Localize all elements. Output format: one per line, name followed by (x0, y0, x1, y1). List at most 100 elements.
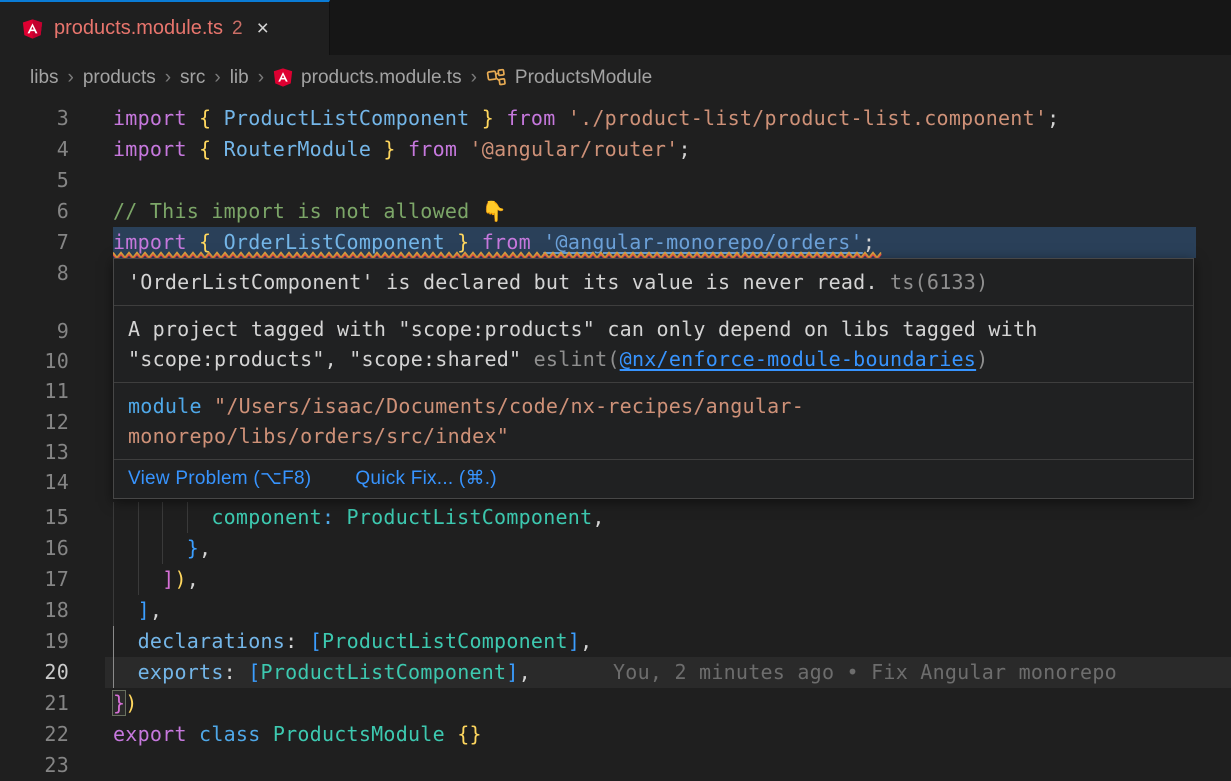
line-number-11[interactable]: 11 (0, 376, 69, 407)
breadcrumb-item-products-module-ts[interactable]: products.module.ts (273, 67, 462, 89)
hover-token: monorepo/libs/orders/src/index" (128, 424, 509, 448)
chevron-right-icon: › (165, 67, 171, 89)
line-number-18[interactable]: 18 (0, 595, 69, 626)
hover-action-bar: View Problem (⌥F8) Quick Fix... (⌘.) (114, 460, 1193, 498)
hover-section-eslint-error: A project tagged with "scope:products" c… (114, 306, 1193, 383)
code-token: from (408, 137, 457, 161)
code-token: ProductListComponent (261, 660, 507, 684)
line-number-19[interactable]: 19 (0, 626, 69, 657)
code-token: export (113, 722, 187, 746)
line-number-4[interactable]: 4 (0, 134, 69, 165)
code-token (236, 660, 248, 684)
quick-fix-button[interactable]: Quick Fix... (⌘.) (355, 464, 496, 494)
code-token (113, 567, 162, 591)
line-number-9[interactable]: 9 (0, 316, 69, 347)
line-number-21[interactable]: 21 (0, 688, 69, 719)
breadcrumb-label: ProductsModule (515, 67, 652, 89)
tab-products-module[interactable]: products.module.ts 2 × (0, 0, 330, 55)
code-token: : (285, 629, 297, 653)
code-row-23: 23 (0, 750, 1231, 781)
hover-token: ) (976, 347, 988, 371)
code-token: , (519, 660, 531, 684)
code-token: class (199, 722, 260, 746)
hover-token: A project tagged with "scope:products" c… (128, 317, 1038, 341)
line-number-14[interactable]: 14 (0, 467, 69, 498)
git-blame-annotation: You, 2 minutes ago • Fix Angular monorep… (613, 657, 1117, 688)
code-token: ] (506, 660, 518, 684)
code-token: ; (1047, 106, 1059, 130)
code-token (261, 722, 273, 746)
line-number-20[interactable]: 20 (0, 657, 69, 688)
line-number-8[interactable]: 8 (0, 258, 69, 289)
code-token: component (211, 505, 322, 529)
code-line-22[interactable]: export class ProductsModule {} (113, 719, 482, 750)
code-row-15: 15 component: ProductListComponent, (0, 502, 1231, 533)
code-token (187, 230, 199, 254)
code-line-17[interactable]: ]), (113, 564, 199, 595)
hover-token: module (128, 394, 202, 418)
code-line-7[interactable]: import { OrderListComponent } from '@ang… (113, 227, 875, 258)
code-token (531, 230, 543, 254)
code-token: import (113, 137, 187, 161)
code-row-7: 7 import { OrderListComponent } from '@an… (0, 227, 1231, 258)
line-number-10[interactable]: 10 (0, 346, 69, 377)
code-token: declarations (138, 629, 286, 653)
code-token (494, 106, 506, 130)
code-row-17: 17 ]), (0, 564, 1231, 595)
code-line-4[interactable]: import { RouterModule } from '@angular/r… (113, 134, 691, 165)
code-line-20[interactable]: exports: [ProductListComponent], (113, 657, 531, 688)
code-token: 👇 (482, 199, 507, 223)
breadcrumb-label: lib (230, 67, 249, 89)
breadcrumb-label: libs (30, 67, 59, 89)
line-number-7[interactable]: 7 (0, 227, 69, 258)
tab-title: products.module.ts (54, 17, 223, 40)
line-number-22[interactable]: 22 (0, 719, 69, 750)
code-token: exports (138, 660, 224, 684)
line-number-23[interactable]: 23 (0, 750, 69, 781)
code-line-18[interactable]: ], (113, 595, 162, 626)
close-icon[interactable]: × (257, 17, 269, 41)
breadcrumb-item-productsmodule[interactable]: ProductsModule (486, 67, 652, 89)
hover-text-row: A project tagged with "scope:products" c… (128, 314, 1179, 344)
code-row-19: 19 declarations: [ProductListComponent], (0, 626, 1231, 657)
line-number-12[interactable]: 12 (0, 407, 69, 438)
code-token: './product-list/product-list.component' (568, 106, 1047, 130)
code-line-21[interactable]: }) (113, 688, 138, 719)
breadcrumb-label: products.module.ts (301, 67, 462, 89)
code-token (187, 137, 199, 161)
line-number-13[interactable]: 13 (0, 437, 69, 468)
code-token: from (482, 230, 531, 254)
code-token: from (506, 106, 555, 130)
code-token (113, 660, 138, 684)
breadcrumb-item-products[interactable]: products (83, 67, 156, 89)
code-line-19[interactable]: declarations: [ProductListComponent], (113, 626, 592, 657)
code-token: [ (248, 660, 260, 684)
line-number-17[interactable]: 17 (0, 564, 69, 595)
problem-hover-popup: 'OrderListComponent' is declared but its… (113, 258, 1194, 499)
line-number-3[interactable]: 3 (0, 103, 69, 134)
line-number-16[interactable]: 16 (0, 533, 69, 564)
code-line-16[interactable]: }, (113, 533, 211, 564)
code-token: { (199, 106, 211, 130)
eslint-rule-link[interactable]: @nx/enforce-module-boundaries (620, 347, 976, 371)
code-token: } (187, 536, 199, 560)
code-token: ; (863, 230, 875, 254)
code-line-6[interactable]: // This import is not allowed 👇 (113, 196, 507, 227)
line-number-6[interactable]: 6 (0, 196, 69, 227)
code-row-20: 20 exports: [ProductListComponent], You, … (0, 657, 1231, 688)
code-line-3[interactable]: import { ProductListComponent } from './… (113, 103, 1059, 134)
code-token: : (224, 660, 236, 684)
code-line-15[interactable]: component: ProductListComponent, (113, 502, 605, 533)
hover-text-row: 'OrderListComponent' is declared but its… (128, 267, 1179, 297)
code-token: ProductListComponent (211, 106, 481, 130)
code-token (187, 106, 199, 130)
code-token: , (199, 536, 211, 560)
line-number-15[interactable]: 15 (0, 502, 69, 533)
hover-token: ts(6133) (878, 270, 989, 294)
breadcrumb-item-libs[interactable]: libs (30, 67, 59, 89)
breadcrumb-item-lib[interactable]: lib (230, 67, 249, 89)
view-problem-button[interactable]: View Problem (⌥F8) (128, 464, 311, 494)
breadcrumb-item-src[interactable]: src (180, 67, 205, 89)
code-token: ProductsModule (273, 722, 445, 746)
line-number-5[interactable]: 5 (0, 165, 69, 196)
